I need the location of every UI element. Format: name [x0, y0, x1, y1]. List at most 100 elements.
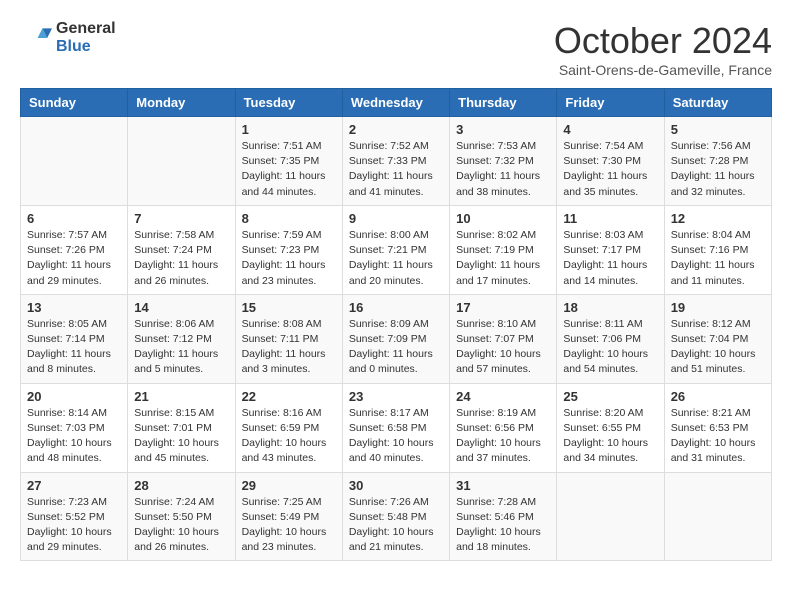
day-info: Sunrise: 7:57 AMSunset: 7:26 PMDaylight:… [27, 228, 121, 289]
calendar-cell: 20 Sunrise: 8:14 AMSunset: 7:03 PMDayligh… [21, 383, 128, 472]
day-number: 7 [134, 211, 228, 226]
day-number: 14 [134, 300, 228, 315]
day-number: 13 [27, 300, 121, 315]
weekday-header-sunday: Sunday [21, 89, 128, 117]
calendar-week-row: 6 Sunrise: 7:57 AMSunset: 7:26 PMDaylight… [21, 205, 772, 294]
day-info: Sunrise: 7:54 AMSunset: 7:30 PMDaylight:… [563, 139, 657, 200]
day-info: Sunrise: 7:58 AMSunset: 7:24 PMDaylight:… [134, 228, 228, 289]
day-number: 20 [27, 389, 121, 404]
calendar-cell [128, 117, 235, 206]
calendar-cell: 17 Sunrise: 8:10 AMSunset: 7:07 PMDayligh… [450, 294, 557, 383]
day-info: Sunrise: 7:51 AMSunset: 7:35 PMDaylight:… [242, 139, 336, 200]
calendar-cell: 21 Sunrise: 8:15 AMSunset: 7:01 PMDayligh… [128, 383, 235, 472]
logo: General Blue [20, 20, 116, 55]
day-info: Sunrise: 7:24 AMSunset: 5:50 PMDaylight:… [134, 495, 228, 556]
calendar-cell: 24 Sunrise: 8:19 AMSunset: 6:56 PMDayligh… [450, 383, 557, 472]
weekday-header-monday: Monday [128, 89, 235, 117]
calendar-cell: 25 Sunrise: 8:20 AMSunset: 6:55 PMDayligh… [557, 383, 664, 472]
day-number: 27 [27, 478, 121, 493]
calendar-cell: 5 Sunrise: 7:56 AMSunset: 7:28 PMDaylight… [664, 117, 771, 206]
day-info: Sunrise: 7:25 AMSunset: 5:49 PMDaylight:… [242, 495, 336, 556]
calendar-cell: 31 Sunrise: 7:28 AMSunset: 5:46 PMDayligh… [450, 472, 557, 561]
day-number: 22 [242, 389, 336, 404]
day-number: 11 [563, 211, 657, 226]
day-number: 17 [456, 300, 550, 315]
calendar-cell: 7 Sunrise: 7:58 AMSunset: 7:24 PMDaylight… [128, 205, 235, 294]
day-number: 19 [671, 300, 765, 315]
calendar-cell: 15Sunrise: 8:08 AMSunset: 7:11 PMDayligh… [235, 294, 342, 383]
day-number: 15 [242, 300, 336, 315]
calendar-cell: 16Sunrise: 8:09 AMSunset: 7:09 PMDayligh… [342, 294, 449, 383]
day-info: Sunrise: 7:59 AMSunset: 7:23 PMDaylight:… [242, 228, 336, 289]
day-number: 5 [671, 122, 765, 137]
day-info: Sunrise: 7:53 AMSunset: 7:32 PMDaylight:… [456, 139, 550, 200]
day-info: Sunrise: 8:06 AMSunset: 7:12 PMDaylight:… [134, 317, 228, 378]
calendar-cell: 8Sunrise: 7:59 AMSunset: 7:23 PMDaylight… [235, 205, 342, 294]
logo-blue: Blue [56, 38, 116, 56]
day-info: Sunrise: 7:52 AMSunset: 7:33 PMDaylight:… [349, 139, 443, 200]
calendar-cell: 11Sunrise: 8:03 AMSunset: 7:17 PMDayligh… [557, 205, 664, 294]
day-info: Sunrise: 8:15 AMSunset: 7:01 PMDaylight:… [134, 406, 228, 467]
calendar-cell: 3 Sunrise: 7:53 AMSunset: 7:32 PMDaylight… [450, 117, 557, 206]
calendar-table: SundayMondayTuesdayWednesdayThursdayFrid… [20, 88, 772, 561]
day-info: Sunrise: 8:17 AMSunset: 6:58 PMDaylight:… [349, 406, 443, 467]
calendar-week-row: 1 Sunrise: 7:51 AMSunset: 7:35 PMDaylight… [21, 117, 772, 206]
calendar-cell: 10 Sunrise: 8:02 AMSunset: 7:19 PMDayligh… [450, 205, 557, 294]
day-number: 29 [242, 478, 336, 493]
day-number: 25 [563, 389, 657, 404]
calendar-cell [21, 117, 128, 206]
day-number: 3 [456, 122, 550, 137]
title-block: October 2024 Saint-Orens-de-Gameville, F… [554, 20, 772, 78]
day-info: Sunrise: 7:23 AMSunset: 5:52 PMDaylight:… [27, 495, 121, 556]
weekday-header-friday: Friday [557, 89, 664, 117]
calendar-cell: 27 Sunrise: 7:23 AMSunset: 5:52 PMDayligh… [21, 472, 128, 561]
day-number: 21 [134, 389, 228, 404]
day-info: Sunrise: 8:14 AMSunset: 7:03 PMDaylight:… [27, 406, 121, 467]
calendar-cell: 9Sunrise: 8:00 AMSunset: 7:21 PMDaylight… [342, 205, 449, 294]
page-header: General Blue October 2024 Saint-Orens-de… [20, 20, 772, 78]
day-number: 26 [671, 389, 765, 404]
day-number: 28 [134, 478, 228, 493]
day-info: Sunrise: 7:28 AMSunset: 5:46 PMDaylight:… [456, 495, 550, 556]
calendar-cell: 18Sunrise: 8:11 AMSunset: 7:06 PMDayligh… [557, 294, 664, 383]
weekday-header-thursday: Thursday [450, 89, 557, 117]
calendar-cell: 6 Sunrise: 7:57 AMSunset: 7:26 PMDaylight… [21, 205, 128, 294]
day-info: Sunrise: 8:02 AMSunset: 7:19 PMDaylight:… [456, 228, 550, 289]
day-number: 6 [27, 211, 121, 226]
month-title: October 2024 [554, 20, 772, 62]
day-number: 2 [349, 122, 443, 137]
day-info: Sunrise: 7:56 AMSunset: 7:28 PMDaylight:… [671, 139, 765, 200]
calendar-week-row: 20 Sunrise: 8:14 AMSunset: 7:03 PMDayligh… [21, 383, 772, 472]
day-number: 30 [349, 478, 443, 493]
day-number: 1 [242, 122, 336, 137]
weekday-header-wednesday: Wednesday [342, 89, 449, 117]
day-info: Sunrise: 8:20 AMSunset: 6:55 PMDaylight:… [563, 406, 657, 467]
location-subtitle: Saint-Orens-de-Gameville, France [554, 62, 772, 78]
calendar-cell: 14 Sunrise: 8:06 AMSunset: 7:12 PMDayligh… [128, 294, 235, 383]
day-info: Sunrise: 8:16 AMSunset: 6:59 PMDaylight:… [242, 406, 336, 467]
day-number: 18 [563, 300, 657, 315]
calendar-cell: 26 Sunrise: 8:21 AMSunset: 6:53 PMDayligh… [664, 383, 771, 472]
day-number: 23 [349, 389, 443, 404]
calendar-cell: 22 Sunrise: 8:16 AMSunset: 6:59 PMDayligh… [235, 383, 342, 472]
calendar-week-row: 13 Sunrise: 8:05 AMSunset: 7:14 PMDayligh… [21, 294, 772, 383]
calendar-cell: 19 Sunrise: 8:12 AMSunset: 7:04 PMDayligh… [664, 294, 771, 383]
day-number: 31 [456, 478, 550, 493]
weekday-header-tuesday: Tuesday [235, 89, 342, 117]
day-info: Sunrise: 8:04 AMSunset: 7:16 PMDaylight:… [671, 228, 765, 289]
day-number: 24 [456, 389, 550, 404]
calendar-cell: 30 Sunrise: 7:26 AMSunset: 5:48 PMDayligh… [342, 472, 449, 561]
day-number: 10 [456, 211, 550, 226]
calendar-cell [557, 472, 664, 561]
day-number: 4 [563, 122, 657, 137]
day-info: Sunrise: 8:21 AMSunset: 6:53 PMDaylight:… [671, 406, 765, 467]
day-info: Sunrise: 8:19 AMSunset: 6:56 PMDaylight:… [456, 406, 550, 467]
day-info: Sunrise: 8:10 AMSunset: 7:07 PMDaylight:… [456, 317, 550, 378]
day-info: Sunrise: 8:12 AMSunset: 7:04 PMDaylight:… [671, 317, 765, 378]
calendar-cell: 29 Sunrise: 7:25 AMSunset: 5:49 PMDayligh… [235, 472, 342, 561]
weekday-header-saturday: Saturday [664, 89, 771, 117]
day-info: Sunrise: 8:05 AMSunset: 7:14 PMDaylight:… [27, 317, 121, 378]
day-info: Sunrise: 8:00 AMSunset: 7:21 PMDaylight:… [349, 228, 443, 289]
calendar-cell [664, 472, 771, 561]
day-info: Sunrise: 7:26 AMSunset: 5:48 PMDaylight:… [349, 495, 443, 556]
